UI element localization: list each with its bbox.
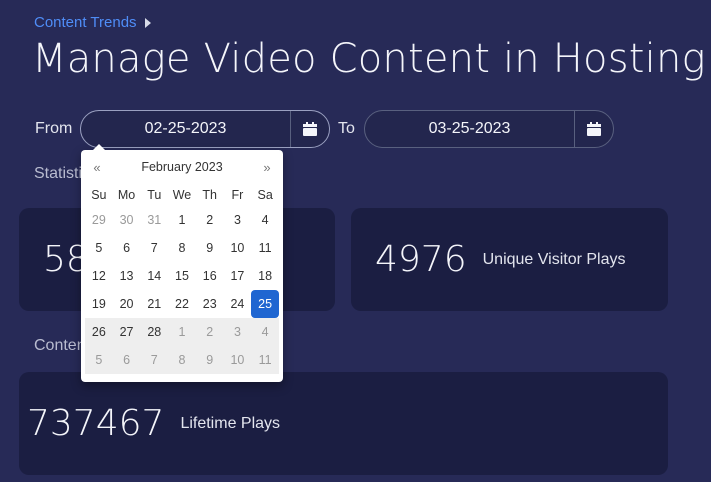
- calendar-day[interactable]: 30: [113, 206, 141, 234]
- calendar-day[interactable]: 9: [195, 346, 224, 374]
- to-calendar-button[interactable]: [574, 111, 613, 147]
- calendar-day[interactable]: 6: [113, 234, 141, 262]
- calendar-day[interactable]: 3: [224, 206, 252, 234]
- calendar-day[interactable]: 19: [85, 290, 113, 318]
- caret-right-icon: [144, 17, 151, 28]
- stat-card-unique-visitor-plays: 4976 Unique Visitor Plays: [351, 208, 668, 311]
- stat-label: Unique Visitor Plays: [482, 250, 626, 268]
- calendar-day[interactable]: 28: [140, 318, 169, 346]
- content-label: Conten: [34, 337, 86, 354]
- calendar-day[interactable]: 12: [85, 262, 113, 290]
- calendar-day[interactable]: 7: [140, 234, 168, 262]
- calendar-day[interactable]: 27: [112, 318, 141, 346]
- calendar-day[interactable]: 6: [112, 346, 141, 374]
- to-date-field[interactable]: 03-25-2023: [364, 110, 614, 148]
- calendar-day[interactable]: 3: [223, 318, 252, 346]
- calendar-day[interactable]: 22: [168, 290, 196, 318]
- to-date-value[interactable]: 03-25-2023: [365, 120, 574, 138]
- calendar-day[interactable]: 20: [113, 290, 141, 318]
- calendar-day[interactable]: 5: [85, 234, 113, 262]
- calendar-day[interactable]: 31: [140, 206, 168, 234]
- from-date-value[interactable]: 02-25-2023: [81, 120, 290, 138]
- stat-card-lifetime-plays: 737467 Lifetime Plays: [19, 372, 668, 475]
- stat-value: 737467: [27, 403, 165, 444]
- calendar-day[interactable]: 26: [85, 318, 113, 346]
- calendar-day[interactable]: 13: [113, 262, 141, 290]
- stat-value: 4976: [375, 239, 467, 280]
- calendar-day[interactable]: 21: [140, 290, 168, 318]
- calendar-day[interactable]: 14: [140, 262, 168, 290]
- calendar-day[interactable]: 23: [196, 290, 224, 318]
- calendar-day[interactable]: 11: [251, 234, 279, 262]
- calendar-day[interactable]: 10: [224, 234, 252, 262]
- from-calendar-button[interactable]: [290, 111, 329, 147]
- calendar-icon: [587, 122, 601, 136]
- calendar-day[interactable]: 2: [196, 206, 224, 234]
- datepicker-header: « February 2023 »: [81, 150, 283, 184]
- calendar-icon: [303, 122, 317, 136]
- calendar-day[interactable]: 8: [168, 346, 196, 374]
- breadcrumb: Content Trends: [34, 14, 151, 31]
- selected-day[interactable]: 25: [251, 290, 279, 318]
- weekday-header: Tu: [147, 188, 162, 202]
- next-month-button[interactable]: »: [255, 160, 279, 175]
- stat-label: Lifetime Plays: [180, 414, 281, 432]
- page-title: Manage Video Content in Hosting: [32, 36, 706, 82]
- calendar-day[interactable]: 10: [223, 346, 252, 374]
- weekday-header: We: [172, 188, 192, 202]
- calendar-day[interactable]: 4: [251, 318, 279, 346]
- calendar-day[interactable]: 4: [251, 206, 279, 234]
- datepicker-arrow: [93, 144, 105, 150]
- to-label: To: [338, 120, 355, 137]
- weekday-header: Sa: [257, 188, 273, 202]
- weekday-header: Su: [91, 188, 107, 202]
- calendar-day[interactable]: 16: [196, 262, 224, 290]
- calendar-day[interactable]: 7: [140, 346, 169, 374]
- from-date-field[interactable]: 02-25-2023: [80, 110, 330, 148]
- prev-month-button[interactable]: «: [85, 160, 109, 175]
- from-label: From: [35, 120, 73, 137]
- calendar-day[interactable]: 29: [85, 206, 113, 234]
- calendar-day[interactable]: 18: [251, 262, 279, 290]
- calendar-day[interactable]: 15: [168, 262, 196, 290]
- datepicker-dropdown: « February 2023 » Su Mo Tu We Th Fr Sa 29 30 31 1 2…: [81, 144, 283, 382]
- calendar-day[interactable]: 8: [168, 234, 196, 262]
- calendar-day[interactable]: 9: [196, 234, 224, 262]
- weekday-header: Mo: [117, 188, 136, 202]
- calendar-day[interactable]: 5: [85, 346, 113, 374]
- calendar-day[interactable]: 11: [251, 346, 279, 374]
- calendar-day[interactable]: 24: [224, 290, 252, 318]
- calendar-day[interactable]: 1: [168, 318, 196, 346]
- weekday-header: Th: [202, 188, 217, 202]
- month-title[interactable]: February 2023: [109, 160, 255, 174]
- datepicker-grid: Su Mo Tu We Th Fr Sa 29 30 31 1 2 3 4 5 6 7 8 9 10 11 12 13 14 1…: [81, 184, 283, 374]
- weekday-header: Fr: [231, 188, 244, 202]
- calendar-day[interactable]: 2: [195, 318, 224, 346]
- calendar-day[interactable]: 1: [168, 206, 196, 234]
- breadcrumb-link[interactable]: Content Trends: [34, 14, 137, 31]
- calendar-day[interactable]: 17: [224, 262, 252, 290]
